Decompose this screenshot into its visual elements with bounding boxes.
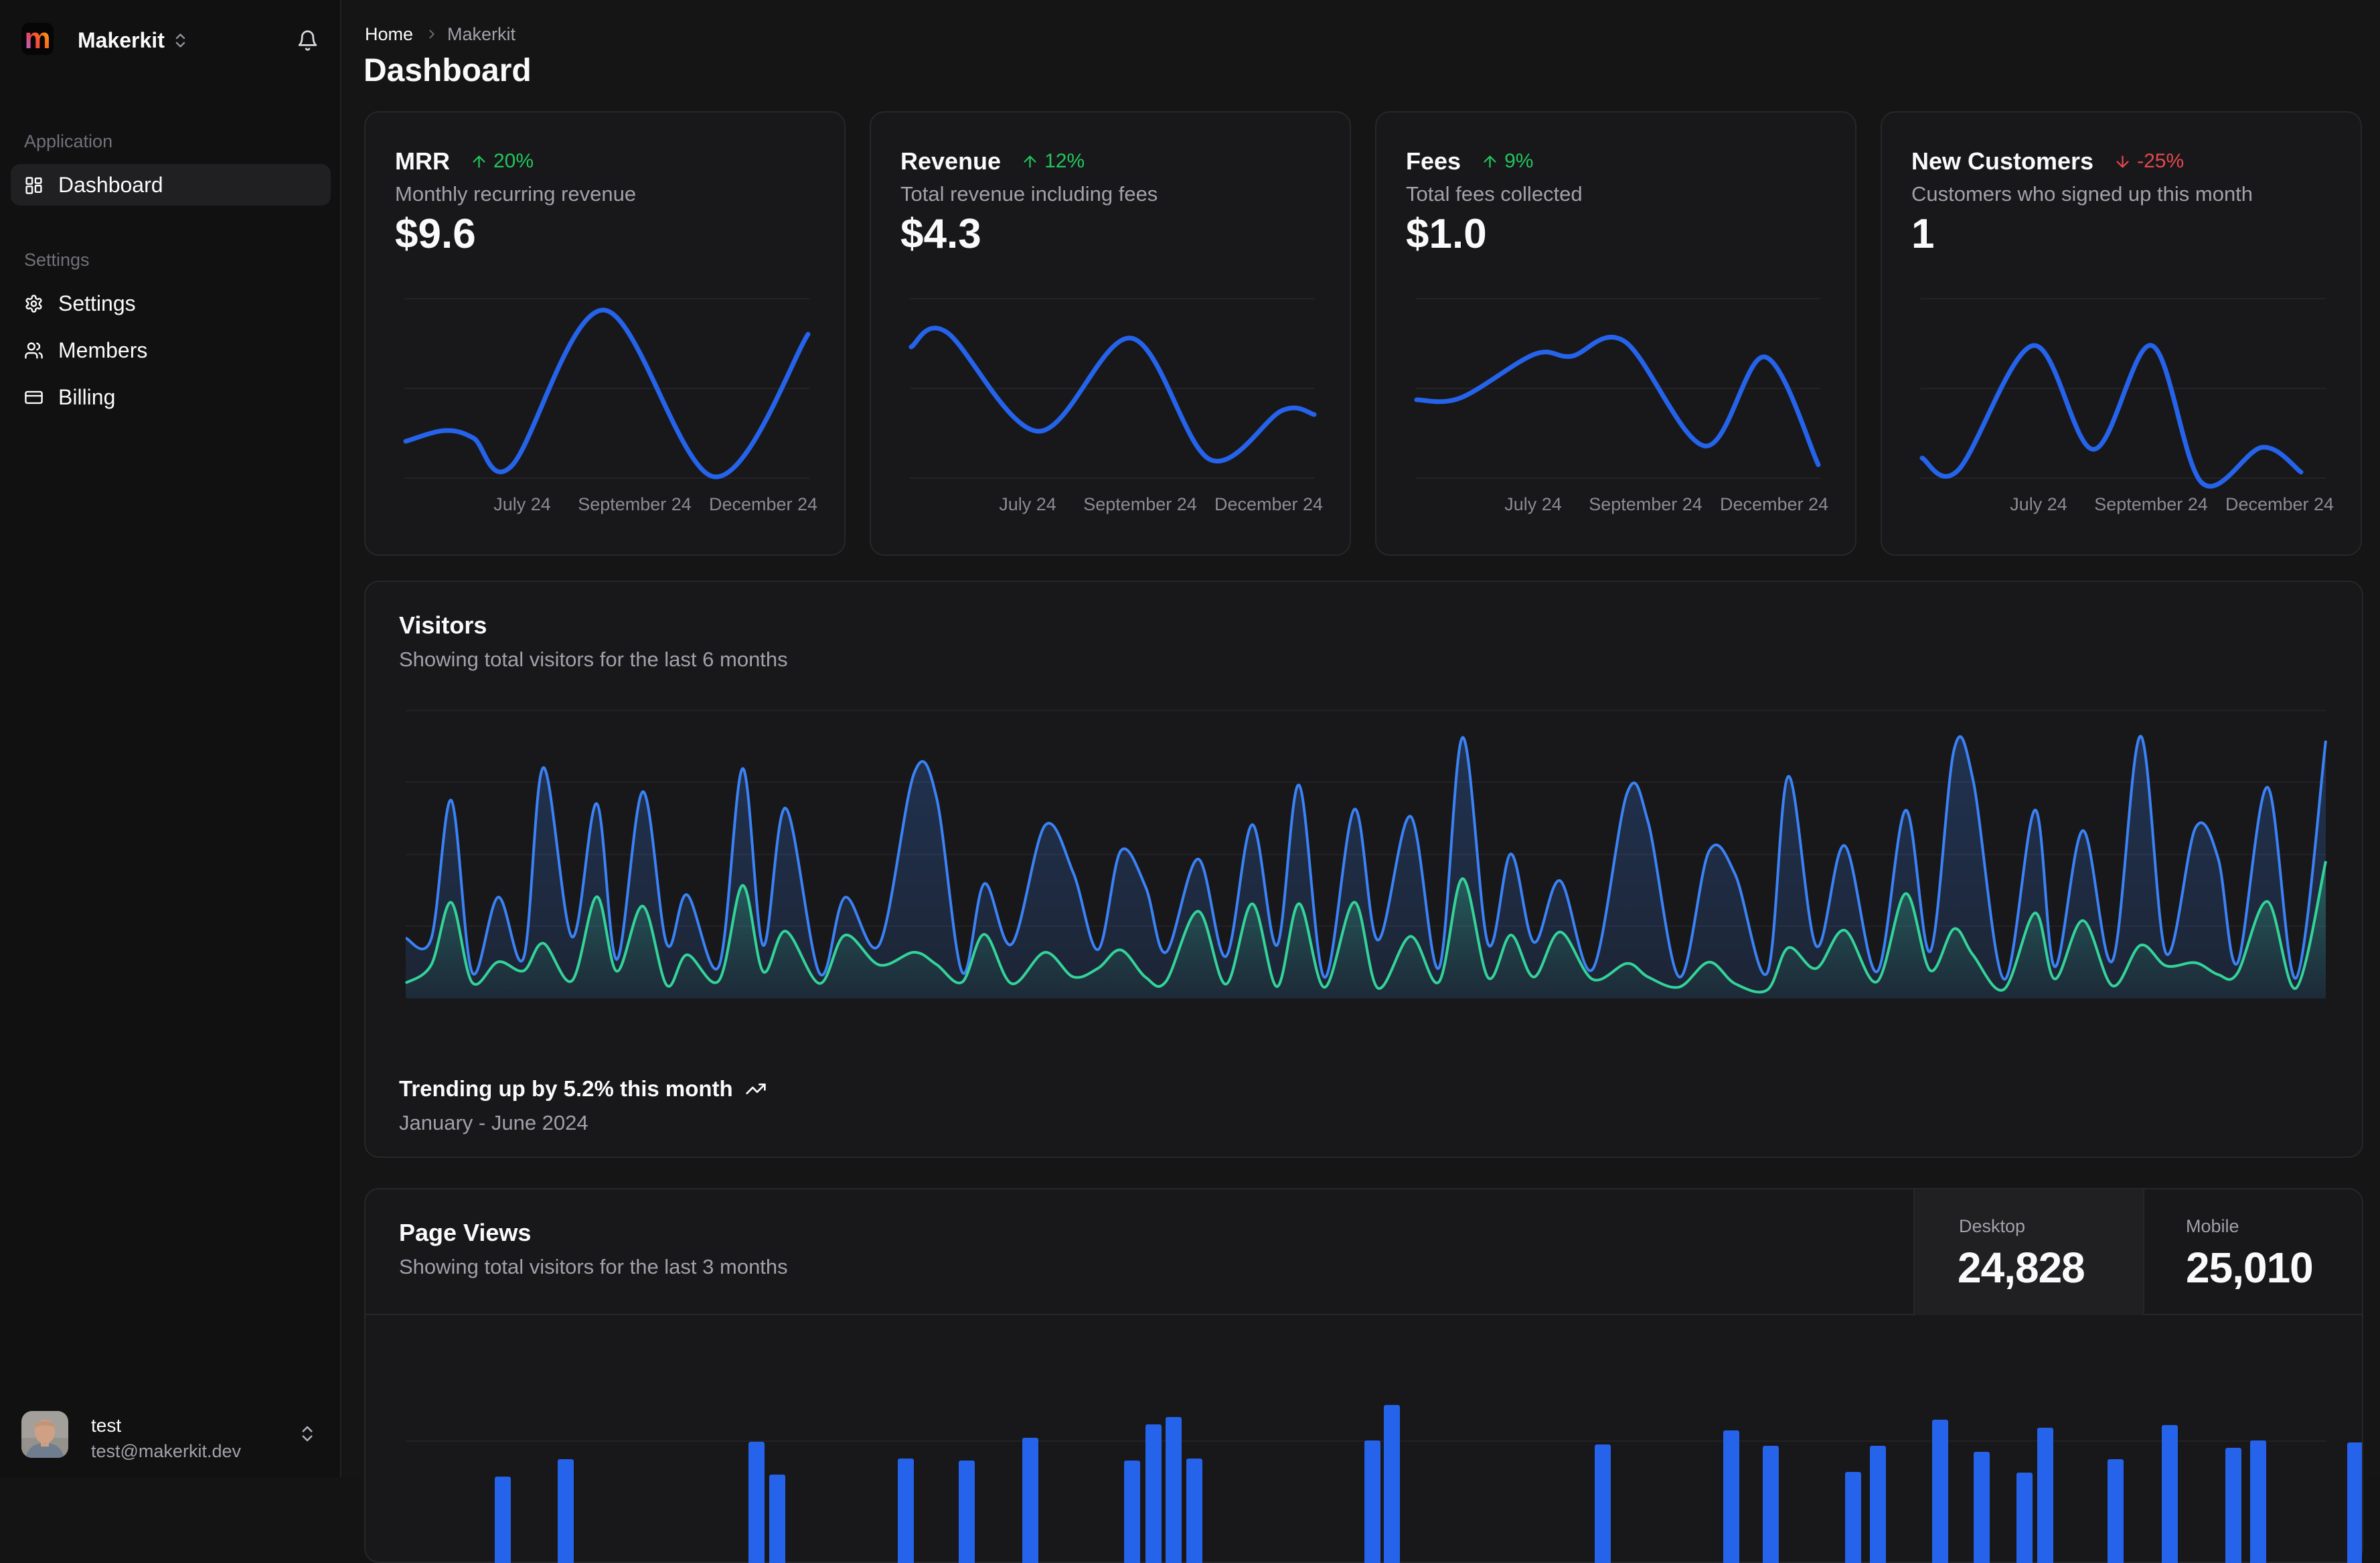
svg-text:m: m	[24, 23, 50, 55]
